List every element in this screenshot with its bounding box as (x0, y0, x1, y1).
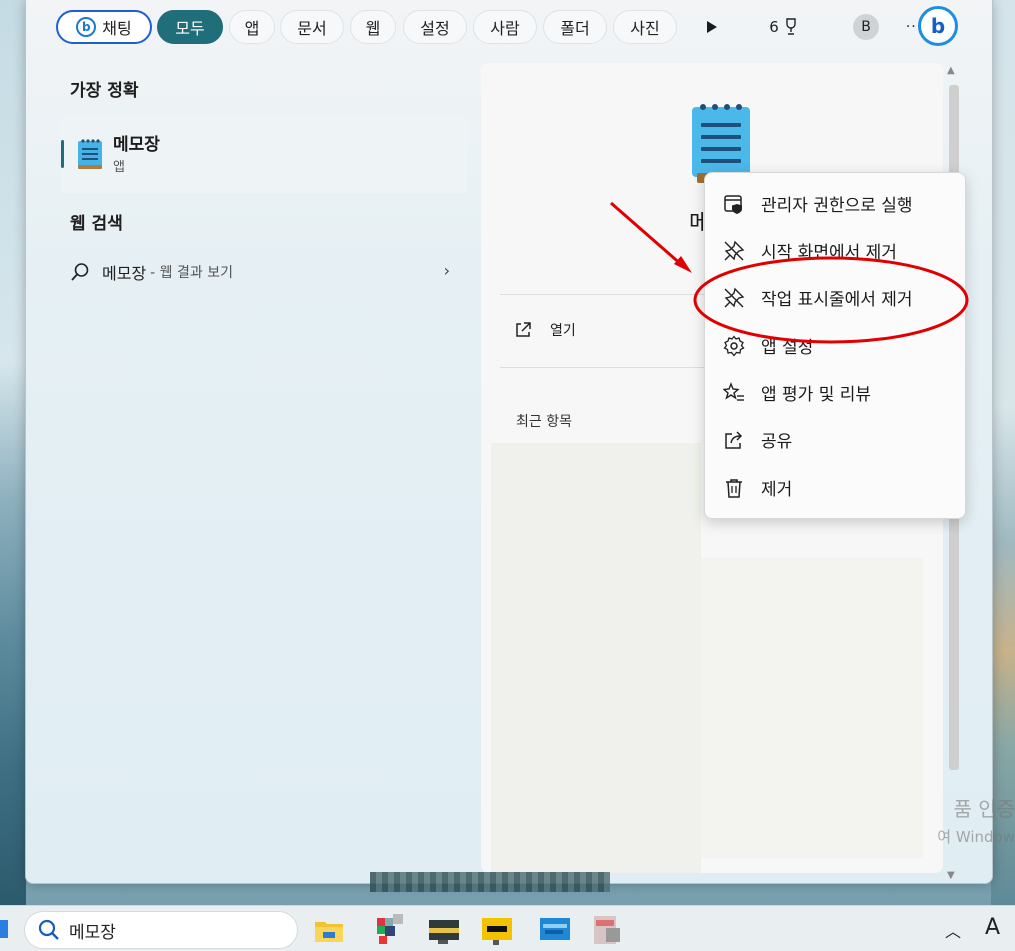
file-explorer-icon[interactable] (313, 914, 345, 946)
web-search-heading: 웹 검색 (70, 214, 123, 234)
tab-chat-label: 채팅 (102, 19, 132, 38)
tab-web-label: 웹 (365, 19, 381, 38)
tab-documents-label: 문서 (297, 19, 327, 38)
activation-watermark: 품 인증 여 Window (915, 795, 1015, 851)
show-hidden-icons-chevron-icon[interactable]: ︿ (945, 918, 961, 942)
taskbar-search-box[interactable]: 메모장 (24, 911, 298, 949)
unpin-icon (724, 240, 745, 261)
unpin-icon (724, 287, 745, 308)
tab-photos-label: 사진 (630, 19, 660, 38)
gear-icon (723, 335, 745, 357)
bing-chat-button[interactable]: b (918, 6, 958, 46)
desktop-wallpaper-right (991, 0, 1015, 905)
watermark-line1: 품 인증 (953, 797, 1015, 821)
tab-documents[interactable]: 문서 (280, 10, 344, 44)
notepad-icon (78, 139, 102, 169)
best-match-result[interactable]: 메모장 앱 (61, 116, 467, 193)
chevron-right-icon: › (443, 261, 450, 280)
menu-item-share[interactable]: 공유 (705, 417, 967, 461)
open-action[interactable]: 열기 (514, 320, 576, 340)
tab-settings[interactable]: 설정 (403, 10, 467, 44)
menu-item-rate-review[interactable]: 앱 평가 및 리뷰 (705, 370, 967, 414)
menu-item-run-as-admin[interactable]: 관리자 권한으로 실행 (705, 181, 967, 225)
best-match-app-name: 메모장 (113, 135, 160, 155)
taskbar-app-icon[interactable] (428, 914, 460, 946)
play-icon (707, 21, 717, 33)
trash-icon (726, 479, 742, 498)
menu-item-label: 시작 화면에서 제거 (761, 242, 897, 263)
avatar: B (853, 14, 879, 40)
share-icon (725, 431, 743, 449)
open-external-icon (516, 322, 531, 337)
selection-indicator (61, 140, 64, 168)
scroll-up-icon[interactable]: ▲ (947, 65, 955, 76)
tab-all[interactable]: 모두 (157, 10, 223, 44)
search-icon (38, 919, 59, 940)
watermark-line2: 여 Window (937, 828, 1015, 846)
star-list-icon (723, 382, 744, 401)
menu-item-label: 공유 (761, 431, 793, 452)
menu-item-app-settings[interactable]: 앱 설정 (705, 323, 967, 367)
start-button-windows-icon[interactable] (0, 920, 8, 938)
menu-item-unpin-taskbar[interactable]: 작업 표시줄에서 제거 (705, 275, 967, 319)
taskbar-app-icon[interactable] (375, 914, 407, 946)
web-search-query: 메모장 (102, 264, 147, 283)
menu-item-label: 앱 설정 (761, 337, 814, 358)
pixelated-region (370, 872, 610, 892)
context-menu: 관리자 권한으로 실행 시작 화면에서 제거 작업 표시줄에서 제거 앱 설정 … (704, 172, 966, 519)
more-tabs-play-button[interactable] (699, 10, 725, 44)
menu-item-label: 앱 평가 및 리뷰 (761, 384, 872, 405)
rewards-button[interactable]: 6 (762, 10, 806, 44)
tab-folders-label: 폴더 (560, 19, 590, 38)
taskbar-app-icon[interactable] (481, 914, 513, 946)
web-search-result[interactable]: 메모장 - 웹 결과 보기 › (70, 258, 450, 286)
best-match-app-type: 앱 (113, 160, 125, 175)
recent-items-heading: 최근 항목 (516, 414, 572, 430)
web-search-suffix: - 웹 결과 보기 (150, 265, 233, 281)
rewards-count: 6 (769, 18, 779, 36)
tab-all-label: 모두 (175, 19, 205, 38)
trophy-icon (786, 18, 796, 35)
search-filter-bar: b 채팅 모두 앱 문서 웹 설정 사람 폴더 사진 6 B ··· b (56, 6, 962, 46)
bing-icon: b (76, 17, 97, 37)
tab-web[interactable]: 웹 (350, 10, 396, 44)
tab-chat[interactable]: b 채팅 (56, 10, 152, 44)
desktop-wallpaper-left (0, 0, 26, 905)
menu-item-label: 제거 (761, 479, 793, 500)
tab-apps[interactable]: 앱 (229, 10, 275, 44)
bing-logo-icon: b (930, 14, 946, 38)
scroll-down-icon[interactable]: ▼ (947, 870, 955, 881)
recent-items-area (491, 443, 701, 873)
account-button[interactable]: B (851, 10, 881, 44)
taskbar-search-value: 메모장 (69, 922, 116, 943)
tab-people-label: 사람 (490, 19, 520, 38)
admin-shield-icon (724, 195, 742, 214)
taskbar: 메모장 ︿ A (0, 905, 1015, 951)
best-match-heading: 가장 정확 (70, 81, 139, 101)
ime-indicator[interactable]: A (985, 915, 1000, 940)
menu-item-label: 관리자 권한으로 실행 (761, 195, 913, 216)
search-icon (71, 263, 89, 281)
taskbar-app-icon[interactable] (539, 914, 571, 946)
menu-item-unpin-start[interactable]: 시작 화면에서 제거 (705, 228, 967, 272)
tab-photos[interactable]: 사진 (613, 10, 677, 44)
open-label: 열기 (550, 323, 576, 339)
menu-item-uninstall[interactable]: 제거 (705, 465, 967, 509)
recent-items-area-secondary (701, 558, 923, 858)
tab-apps-label: 앱 (244, 19, 260, 38)
menu-item-label: 작업 표시줄에서 제거 (761, 289, 913, 310)
tab-people[interactable]: 사람 (473, 10, 537, 44)
tab-settings-label: 설정 (420, 19, 450, 38)
tab-folders[interactable]: 폴더 (543, 10, 607, 44)
taskbar-app-icon[interactable] (592, 914, 624, 946)
